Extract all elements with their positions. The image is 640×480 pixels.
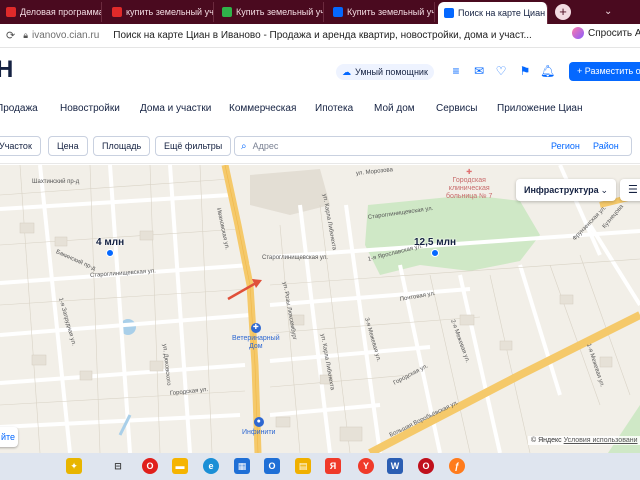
listing-pin[interactable] xyxy=(106,249,114,257)
opera-icon[interactable]: O xyxy=(142,458,158,474)
browser-tab[interactable]: Купить земельный уч xyxy=(216,2,324,22)
filter-area-button[interactable]: Площадь xyxy=(93,136,151,156)
browser-tab-active[interactable]: Поиск на карте Циан × xyxy=(438,2,548,24)
menu-item-sale[interactable]: Продажа xyxy=(0,103,38,114)
alice-icon xyxy=(572,27,584,39)
hospital-label: ✚ Городская клиническая больница № 7 xyxy=(446,169,493,200)
secure-lock-icon[interactable]: 🔒︎ xyxy=(23,30,28,41)
smart-assistant-button[interactable]: ☁ Умный помощник xyxy=(336,64,434,80)
tab-label: Поиск на карте Циан xyxy=(458,8,546,18)
hospital-icon: ✚ xyxy=(466,169,473,176)
site-header: Н ☁ Умный помощник ≡ ✉ ♡ ⚑ 🔔︎ + Размести… xyxy=(0,48,640,94)
filter-price-button[interactable]: Цена xyxy=(48,136,88,156)
main-menu: Продажа Новостройки Дома и участки Комме… xyxy=(0,94,640,124)
map-canvas xyxy=(0,165,640,453)
copilot-icon[interactable]: ✦ xyxy=(66,458,82,474)
task-view-icon[interactable]: ⊟ xyxy=(110,458,126,474)
browser-tab[interactable]: Купить земельный уч xyxy=(327,2,435,22)
edge-icon[interactable]: e xyxy=(203,458,219,474)
infrastructure-dropdown[interactable]: Инфраструктура ⌄ xyxy=(516,179,616,201)
tab-favicon-icon xyxy=(6,7,16,17)
address-bar: ⟳ 🔒︎ ivanovo.cian.ru Поиск на карте Циан… xyxy=(0,24,640,48)
map-side-button[interactable]: йте xyxy=(0,427,18,447)
file-explorer-icon[interactable]: ▬ xyxy=(172,458,188,474)
favorite-icon[interactable]: ♡ xyxy=(494,64,508,78)
tab-favicon-icon xyxy=(333,7,343,17)
listing-price-label[interactable]: 4 млн xyxy=(96,237,124,248)
map-copyright: © Яндекс Условия использовани xyxy=(528,436,640,445)
files-icon[interactable]: ▤ xyxy=(295,458,311,474)
menu-item-commercial[interactable]: Коммерческая xyxy=(229,103,296,114)
assistant-icon: ☁ xyxy=(342,66,351,77)
region-link[interactable]: Регион xyxy=(551,141,580,151)
reload-icon[interactable]: ⟳ xyxy=(6,29,15,42)
cian-logo[interactable]: Н xyxy=(0,56,13,84)
tab-favicon-icon xyxy=(444,8,454,18)
browser-tab-bar: Деловая программа купить земельный уч Ку… xyxy=(0,0,640,24)
vet-clinic-poi[interactable]: ✚ Ветеринарный Дом xyxy=(232,323,280,351)
listing-price-label[interactable]: 12,5 млн xyxy=(414,237,456,248)
district-link[interactable]: Район xyxy=(593,141,619,151)
vet-icon: ✚ xyxy=(250,323,261,333)
new-tab-button[interactable]: + xyxy=(555,4,571,20)
filter-bar: Участок Цена Площадь Ещё фильтры ⌕ Адрес… xyxy=(0,130,640,164)
terms-link[interactable]: Условия использовани xyxy=(564,437,638,444)
tab-list-icon[interactable]: ⌄ xyxy=(604,6,612,17)
menu-item-mortgage[interactable]: Ипотека xyxy=(315,103,353,114)
filter-type-button[interactable]: Участок xyxy=(0,136,41,156)
address-search-field[interactable]: ⌕ Адрес Регион Район xyxy=(234,136,632,156)
tab-label: купить земельный уч xyxy=(126,7,214,17)
outlook-icon[interactable]: O xyxy=(264,458,280,474)
yandex-icon[interactable]: Я xyxy=(325,458,341,474)
map-view[interactable]: Ивановская ул. Староглинищевская ул. Ста… xyxy=(0,165,640,453)
park-area xyxy=(608,405,640,453)
tab-label: Купить земельный уч xyxy=(236,7,324,17)
tab-favicon-icon xyxy=(112,7,122,17)
park-area xyxy=(365,195,540,275)
menu-item-services[interactable]: Сервисы xyxy=(436,103,477,114)
tab-label: Купить земельный уч xyxy=(347,7,435,17)
menu-item-houses[interactable]: Дома и участки xyxy=(140,103,211,114)
more-filters-button[interactable]: Ещё фильтры xyxy=(155,136,232,156)
search-placeholder: Адрес xyxy=(252,141,279,151)
ask-ai-label: Спросить А xyxy=(588,27,640,39)
tab-favicon-icon xyxy=(222,7,232,17)
bell-icon[interactable]: 🔔︎ xyxy=(540,64,555,78)
place-ad-button[interactable]: + Разместить об xyxy=(569,62,640,81)
url-field[interactable]: ivanovo.cian.ru xyxy=(32,30,99,41)
opera-gx-icon[interactable]: O xyxy=(418,458,434,474)
yandex-browser-icon[interactable]: Y xyxy=(358,458,374,474)
industrial-area xyxy=(250,169,330,215)
ask-ai-button[interactable]: Спросить А xyxy=(572,27,640,39)
word-icon[interactable]: W xyxy=(387,458,403,474)
main-road xyxy=(221,165,262,453)
assistant-label: Умный помощник xyxy=(355,67,428,77)
taskbar: ✦ ⊟ O ▬ e ▦ O ▤ Я Y W O ƒ xyxy=(0,453,640,480)
chevron-down-icon: ⌄ xyxy=(600,185,608,195)
menu-item-new-buildings[interactable]: Новостройки xyxy=(60,103,120,114)
compare-icon[interactable]: ≡ xyxy=(449,64,463,78)
browser-tab[interactable]: купить земельный уч xyxy=(106,2,214,22)
store-icon[interactable]: ▦ xyxy=(234,458,250,474)
tab-label: Деловая программа xyxy=(20,7,102,17)
page-title: Поиск на карте Циан в Иваново - Продажа … xyxy=(113,30,532,41)
notifications-icon[interactable]: ⚑ xyxy=(518,64,532,78)
chat-icon[interactable]: ✉ xyxy=(472,64,486,78)
list-view-icon[interactable]: ☰ xyxy=(620,179,640,201)
firefox-icon[interactable]: ƒ xyxy=(449,458,465,474)
menu-item-my-home[interactable]: Мой дом xyxy=(374,103,415,114)
shop-icon: ● xyxy=(253,417,264,427)
menu-item-app[interactable]: Приложение Циан xyxy=(497,103,583,114)
street-label: Шахтинский пр-д xyxy=(32,179,80,185)
street-label: Староглинищевская ул. xyxy=(262,255,328,261)
shop-poi[interactable]: ● Инфинити xyxy=(242,417,275,437)
listing-pin[interactable] xyxy=(431,249,439,257)
browser-tab[interactable]: Деловая программа xyxy=(0,2,102,22)
search-icon: ⌕ xyxy=(241,140,247,152)
